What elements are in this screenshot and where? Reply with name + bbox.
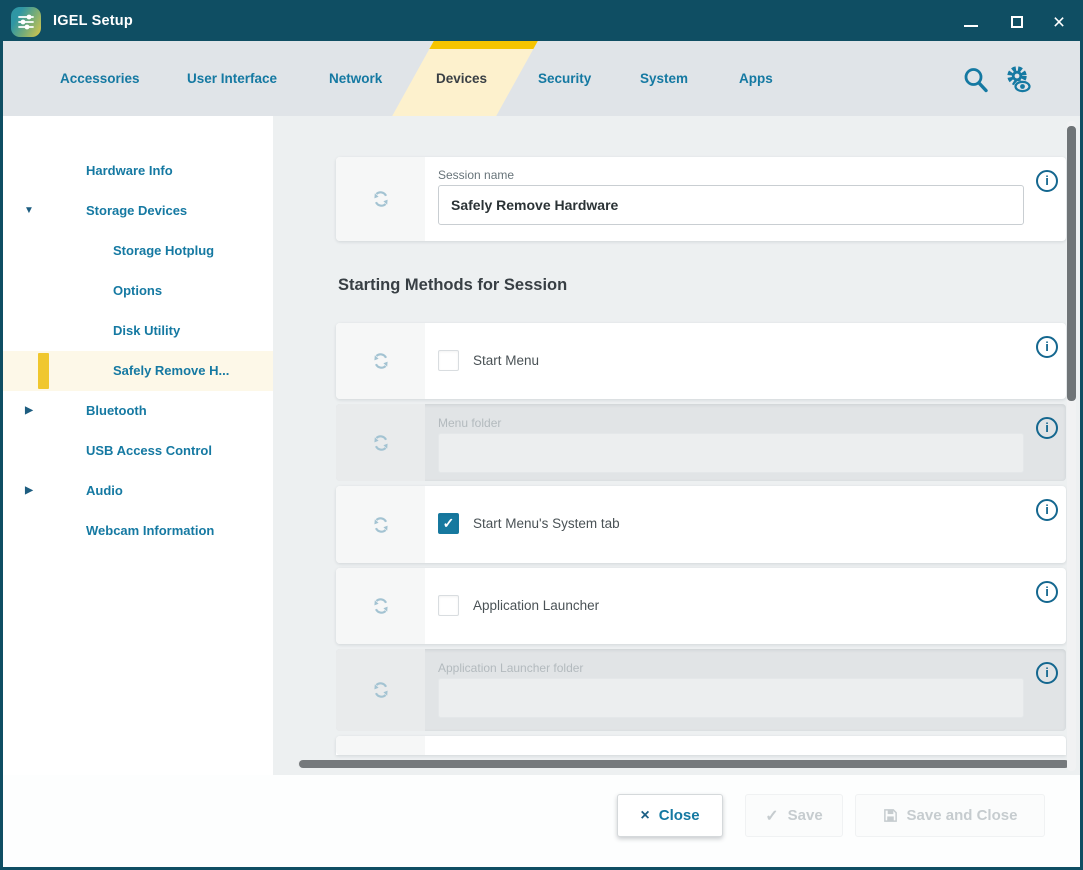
info-icon[interactable]: i xyxy=(1036,170,1058,192)
checkbox-label: Start Menu's System tab xyxy=(473,516,620,531)
partial-next-row xyxy=(336,736,1066,755)
sidebar-item-storage-devices[interactable]: ▼Storage Devices xyxy=(3,191,273,231)
session-name-row: Session name i xyxy=(336,157,1066,241)
sidebar-item-audio[interactable]: ▶Audio xyxy=(3,471,273,511)
vertical-scrollbar-thumb[interactable] xyxy=(1067,126,1076,401)
footer-bar: × Close ✓ Save Save and Close xyxy=(3,775,1080,867)
reset-column xyxy=(336,486,425,563)
reset-icon[interactable] xyxy=(369,513,393,537)
info-icon[interactable]: i xyxy=(1036,581,1058,603)
search-icon[interactable] xyxy=(961,65,995,99)
reset-icon[interactable] xyxy=(369,431,393,455)
window-title: IGEL Setup xyxy=(53,13,133,29)
maximize-icon xyxy=(1011,16,1023,28)
start-menu-checkbox[interactable] xyxy=(438,350,459,371)
chevron-collapsed-icon[interactable]: ▶ xyxy=(21,471,37,511)
settings-tree-sidebar: Hardware Info ▼Storage Devices Storage H… xyxy=(3,116,273,778)
igel-setup-window: IGEL Setup × Accessories User Interface … xyxy=(0,0,1083,870)
session-name-input[interactable] xyxy=(438,185,1024,225)
tab-system[interactable]: System xyxy=(640,41,688,116)
close-button[interactable]: × Close xyxy=(617,794,723,837)
reset-column xyxy=(336,404,425,481)
start-menu-row: Start Menu i xyxy=(336,323,1066,399)
application-launcher-folder-input[interactable] xyxy=(438,678,1024,718)
section-heading: Starting Methods for Session xyxy=(338,276,567,295)
application-launcher-folder-row: Application Launcher folder i xyxy=(336,649,1066,731)
sidebar-item-storage-hotplug[interactable]: Storage Hotplug xyxy=(3,231,273,271)
reset-column xyxy=(336,736,425,755)
window-body: Hardware Info ▼Storage Devices Storage H… xyxy=(3,116,1080,778)
chevron-expanded-icon[interactable]: ▼ xyxy=(21,191,37,231)
window-close-button[interactable]: × xyxy=(1042,3,1076,41)
sidebar-item-usb-access-control[interactable]: USB Access Control xyxy=(3,431,273,471)
vertical-scrollbar[interactable] xyxy=(1067,121,1076,771)
info-icon[interactable]: i xyxy=(1036,336,1058,358)
title-bar: IGEL Setup × xyxy=(3,3,1080,41)
checkmark-icon: ✓ xyxy=(443,515,455,532)
info-icon[interactable]: i xyxy=(1036,662,1058,684)
floppy-icon xyxy=(883,808,898,823)
tab-accessories[interactable]: Accessories xyxy=(60,41,140,116)
selected-item-marker xyxy=(38,353,49,389)
save-button[interactable]: ✓ Save xyxy=(745,794,843,837)
start-menu-system-tab-row: ✓ Start Menu's System tab i xyxy=(336,486,1066,563)
sidebar-item-options[interactable]: Options xyxy=(3,271,273,311)
save-check-icon: ✓ xyxy=(765,806,778,826)
menu-folder-row: Menu folder i xyxy=(336,404,1066,481)
horizontal-scrollbar[interactable] xyxy=(298,760,1072,768)
reset-icon[interactable] xyxy=(369,678,393,702)
application-launcher-row: Application Launcher i xyxy=(336,568,1066,644)
close-x-icon: × xyxy=(640,807,649,825)
chevron-collapsed-icon[interactable]: ▶ xyxy=(21,391,37,431)
tab-user-interface[interactable]: User Interface xyxy=(187,41,277,116)
close-icon: × xyxy=(1053,12,1065,33)
tab-apps[interactable]: Apps xyxy=(739,41,773,116)
reset-column xyxy=(336,157,425,241)
reset-column xyxy=(336,568,425,644)
sidebar-item-webcam-information[interactable]: Webcam Information xyxy=(3,511,273,551)
save-and-close-button[interactable]: Save and Close xyxy=(855,794,1045,837)
expert-mode-gear-eye-icon[interactable] xyxy=(1003,65,1037,99)
tab-devices[interactable]: Devices xyxy=(436,41,487,116)
info-icon[interactable]: i xyxy=(1036,417,1058,439)
tab-bar: Accessories User Interface Network Devic… xyxy=(3,41,1080,116)
info-icon[interactable]: i xyxy=(1036,499,1058,521)
checkbox-label: Start Menu xyxy=(473,353,539,368)
sidebar-item-safely-remove-hardware[interactable]: Safely Remove H... xyxy=(3,351,273,391)
sidebar-item-hardware-info[interactable]: Hardware Info xyxy=(3,151,273,191)
reset-column xyxy=(336,649,425,731)
session-name-label: Session name xyxy=(438,168,514,182)
reset-icon[interactable] xyxy=(369,187,393,211)
reset-column xyxy=(336,323,425,399)
sidebar-item-disk-utility[interactable]: Disk Utility xyxy=(3,311,273,351)
tab-security[interactable]: Security xyxy=(538,41,591,116)
reset-icon[interactable] xyxy=(369,349,393,373)
checkbox-label: Application Launcher xyxy=(473,598,599,613)
maximize-button[interactable] xyxy=(1000,3,1034,41)
start-menu-system-tab-checkbox[interactable]: ✓ xyxy=(438,513,459,534)
application-launcher-folder-label: Application Launcher folder xyxy=(438,661,583,675)
sidebar-item-bluetooth[interactable]: ▶Bluetooth xyxy=(3,391,273,431)
menu-folder-label: Menu folder xyxy=(438,416,501,430)
tab-network[interactable]: Network xyxy=(329,41,382,116)
igel-app-icon xyxy=(11,7,41,37)
horizontal-scrollbar-thumb[interactable] xyxy=(299,760,1069,768)
reset-icon[interactable] xyxy=(369,594,393,618)
minimize-button[interactable] xyxy=(954,3,988,41)
settings-panel: Session name i Starting Methods for Sess… xyxy=(273,116,1080,778)
minimize-icon xyxy=(964,25,978,28)
application-launcher-checkbox[interactable] xyxy=(438,595,459,616)
menu-folder-input[interactable] xyxy=(438,433,1024,473)
